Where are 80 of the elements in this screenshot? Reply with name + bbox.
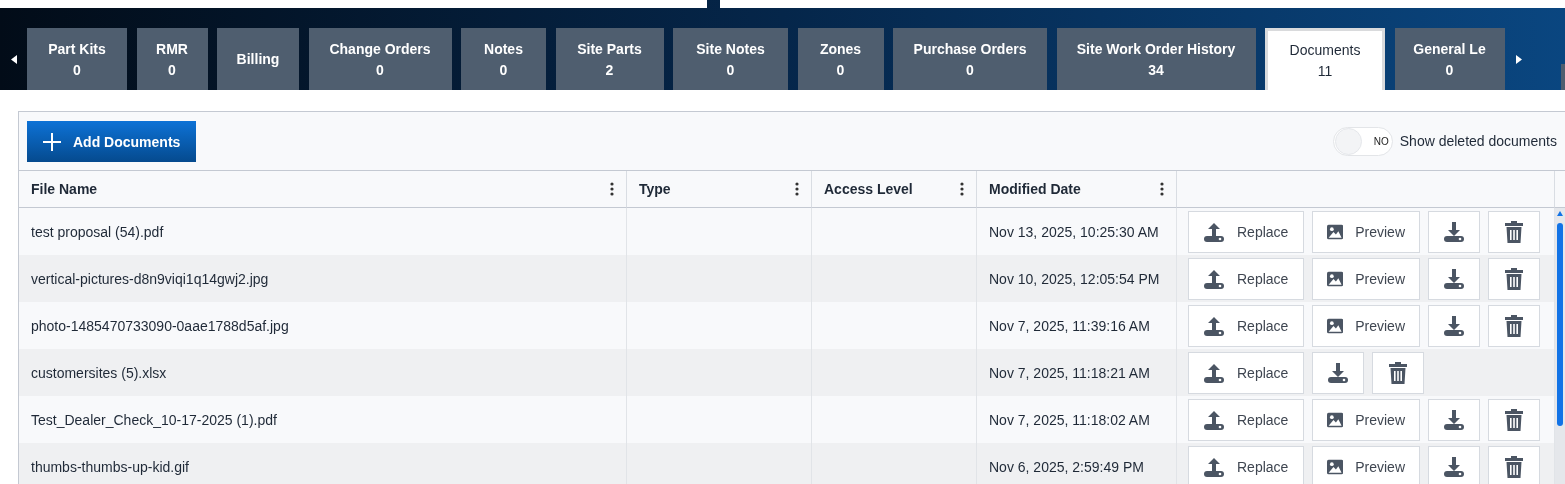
- replace-button[interactable]: Replace: [1188, 304, 1304, 347]
- tab[interactable]: Zones 0: [797, 28, 884, 90]
- trash-icon: [1505, 314, 1523, 337]
- delete-button[interactable]: [1488, 445, 1540, 484]
- tab[interactable]: Purchase Orders 0: [893, 28, 1047, 90]
- download-icon: [1443, 408, 1465, 431]
- preview-button[interactable]: Preview: [1312, 257, 1420, 300]
- preview-button[interactable]: Preview: [1312, 304, 1420, 347]
- preview-button[interactable]: Preview: [1312, 398, 1420, 441]
- upload-icon: [1203, 267, 1225, 290]
- preview-button[interactable]: Preview: [1312, 445, 1420, 484]
- tab[interactable]: Site Parts 2: [555, 28, 664, 90]
- image-icon: [1327, 222, 1344, 241]
- download-icon: [1443, 455, 1465, 478]
- download-button[interactable]: [1428, 210, 1480, 253]
- file-name-cell: thumbs-thumbs-up-kid.gif: [19, 443, 627, 484]
- trash-icon: [1505, 455, 1523, 478]
- column-menu-icon[interactable]: [610, 182, 614, 196]
- column-header: Access Level: [824, 181, 913, 197]
- modified-date-cell: Nov 6, 2025, 2:59:49 PM: [977, 443, 1177, 484]
- download-button[interactable]: [1428, 445, 1480, 484]
- trash-icon: [1505, 408, 1523, 431]
- delete-button[interactable]: [1488, 210, 1540, 253]
- image-icon: [1327, 457, 1344, 476]
- column-menu-icon[interactable]: [1160, 182, 1164, 196]
- tab[interactable]: Billing: [217, 28, 299, 90]
- upload-icon: [1203, 361, 1225, 384]
- column-header: File Name: [31, 181, 98, 197]
- tab[interactable]: Documents 11: [1265, 28, 1385, 90]
- tab[interactable]: Site Notes 0: [673, 28, 788, 90]
- image-icon: [1327, 269, 1344, 288]
- modified-date-cell: Nov 10, 2025, 12:05:54 PM: [977, 255, 1177, 302]
- scroll-right-icon[interactable]: [1515, 54, 1522, 64]
- download-button[interactable]: [1428, 304, 1480, 347]
- delete-button[interactable]: [1372, 351, 1424, 394]
- replace-button[interactable]: Replace: [1188, 210, 1304, 253]
- download-icon: [1327, 361, 1349, 384]
- download-button[interactable]: [1428, 398, 1480, 441]
- replace-button[interactable]: Replace: [1188, 398, 1304, 441]
- download-button[interactable]: [1312, 351, 1364, 394]
- image-icon: [1327, 410, 1344, 429]
- preview-button[interactable]: Preview: [1312, 210, 1420, 253]
- trash-icon: [1505, 267, 1523, 290]
- upload-icon: [1203, 408, 1225, 431]
- replace-button[interactable]: Replace: [1188, 351, 1304, 394]
- modified-date-cell: Nov 7, 2025, 11:18:21 AM: [977, 349, 1177, 396]
- tab[interactable]: RMR 0: [136, 28, 208, 90]
- image-icon: [1327, 316, 1344, 335]
- add-documents-button[interactable]: Add Documents: [27, 121, 197, 162]
- file-name-cell: vertical-pictures-d8n9viqi1q14gwj2.jpg: [19, 255, 627, 302]
- trash-icon: [1389, 361, 1407, 384]
- upload-icon: [1203, 314, 1225, 337]
- tab[interactable]: Part Kits 0: [27, 28, 127, 90]
- tab[interactable]: Site Work Order History 34: [1056, 28, 1256, 90]
- column-menu-icon[interactable]: [795, 182, 799, 196]
- toggle-label: Show deleted documents: [1399, 133, 1557, 149]
- scrollbar[interactable]: [1555, 208, 1565, 484]
- file-name-cell: customersites (5).xlsx: [19, 349, 627, 396]
- download-icon: [1443, 220, 1465, 243]
- trash-icon: [1505, 220, 1523, 243]
- replace-button[interactable]: Replace: [1188, 257, 1304, 300]
- tab[interactable]: Notes 0: [461, 28, 546, 90]
- column-menu-icon[interactable]: [960, 182, 964, 196]
- scroll-left-icon[interactable]: [10, 54, 17, 64]
- download-button[interactable]: [1428, 257, 1480, 300]
- plus-icon: [43, 132, 61, 151]
- toggle-switch[interactable]: NO: [1332, 127, 1393, 156]
- replace-button[interactable]: Replace: [1188, 445, 1304, 484]
- upload-icon: [1203, 455, 1225, 478]
- delete-button[interactable]: [1488, 304, 1540, 347]
- upload-icon: [1203, 220, 1225, 243]
- download-icon: [1443, 267, 1465, 290]
- download-icon: [1443, 314, 1465, 337]
- delete-button[interactable]: [1488, 398, 1540, 441]
- column-header: Modified Date: [989, 181, 1081, 197]
- scroll-up-icon[interactable]: [1557, 211, 1563, 216]
- column-header: Type: [639, 181, 671, 197]
- tab[interactable]: Change Orders 0: [308, 28, 452, 90]
- delete-button[interactable]: [1488, 257, 1540, 300]
- tab[interactable]: General Le 0: [1394, 28, 1505, 90]
